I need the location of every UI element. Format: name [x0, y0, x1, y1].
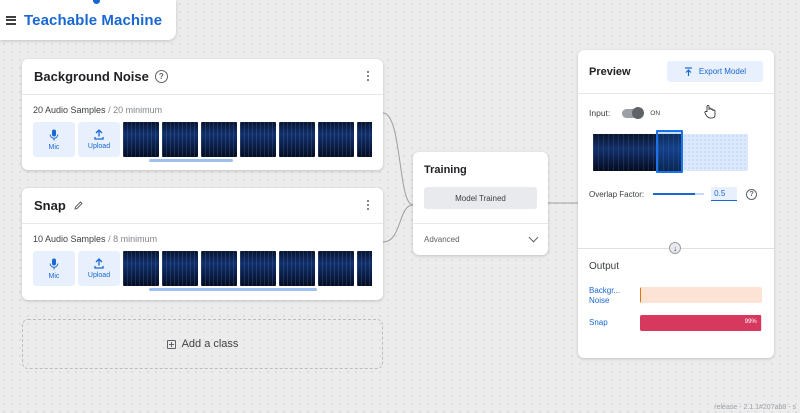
preview-header: Preview Export Model — [578, 50, 774, 94]
upload-button[interactable]: Upload — [78, 122, 120, 157]
audio-sample-thumbnail[interactable] — [240, 251, 276, 286]
preview-title: Preview — [589, 65, 631, 78]
audio-sample-thumbnail[interactable] — [318, 251, 354, 286]
audio-sample-thumbnail[interactable] — [201, 122, 237, 157]
output-percent: 99% — [744, 319, 757, 325]
upload-label: Upload — [87, 272, 111, 279]
overlap-label: Overlap Factor: — [589, 189, 645, 199]
samples-scrollbar[interactable] — [149, 159, 233, 162]
output-label-background-noise: Backgr... Noise — [589, 286, 620, 306]
output-bar-background-noise — [640, 287, 762, 303]
upload-icon — [94, 258, 104, 269]
class-header: Background Noise ? — [22, 59, 383, 95]
spectrogram-pending — [683, 134, 748, 171]
overlap-factor-row: Overlap Factor: 0.5 ? — [589, 187, 758, 201]
samples-minimum: / 20 minimum — [105, 105, 163, 115]
audio-sample-thumbnail[interactable] — [279, 251, 315, 286]
output-bar-snap: 99% — [640, 315, 762, 331]
samples-row: Mic Upload — [33, 251, 372, 286]
audio-sample-thumbnail[interactable] — [123, 122, 159, 157]
upload-button[interactable]: Upload — [78, 251, 120, 286]
audio-sample-thumbnail[interactable] — [357, 251, 372, 286]
samples-count-value: 20 Audio Samples — [33, 105, 106, 115]
class-name[interactable]: Background Noise — [34, 69, 149, 84]
export-model-button[interactable]: Export Model — [667, 61, 763, 82]
audio-sample-thumbnail[interactable] — [240, 122, 276, 157]
training-title: Training — [424, 164, 467, 176]
model-trained-button[interactable]: Model Trained — [424, 187, 537, 209]
audio-sample-thumbnail[interactable] — [318, 122, 354, 157]
output-label-line: Snap — [589, 318, 608, 327]
samples-count: 20 Audio Samples / 20 minimum — [33, 105, 383, 115]
export-label: Export Model — [698, 67, 747, 76]
audio-sample-thumbnail[interactable] — [201, 251, 237, 286]
add-class-label: Add a class — [181, 338, 239, 350]
output-bar-fill — [640, 287, 642, 303]
advanced-label: Advanced — [424, 235, 460, 244]
live-spectrogram — [593, 130, 748, 173]
output-label-line: Noise — [589, 296, 610, 305]
output-bar-fill: 99% — [640, 315, 761, 331]
samples-scrollbar[interactable] — [149, 288, 317, 291]
overlap-window — [656, 130, 683, 173]
advanced-toggle[interactable]: Advanced — [413, 223, 548, 255]
mic-button[interactable]: Mic — [33, 122, 75, 157]
upload-icon — [94, 129, 104, 140]
more-options-icon[interactable] — [367, 71, 369, 81]
app-title: Teachable Machine — [24, 11, 163, 29]
samples-count: 10 Audio Samples / 8 minimum — [33, 234, 383, 244]
pencil-icon[interactable] — [72, 199, 85, 212]
class-card-background-noise: Background Noise ? 20 Audio Samples / 20… — [22, 59, 383, 170]
app-header: Teachable Machine — [0, 0, 176, 40]
audio-sample-thumbnail[interactable] — [279, 122, 315, 157]
chevron-down-icon — [528, 232, 539, 243]
add-icon — [166, 339, 176, 349]
audio-sample-thumbnail[interactable] — [162, 122, 198, 157]
preview-panel: Preview Export Model Input: ON — [578, 50, 774, 358]
samples-minimum: / 8 minimum — [105, 234, 158, 244]
overlap-value-input[interactable]: 0.5 — [711, 187, 738, 201]
class-card-snap: Snap 10 Audio Samples / 8 minimum Mic Up… — [22, 188, 383, 300]
help-icon[interactable]: ? — [746, 188, 758, 200]
audio-sample-thumbnail[interactable] — [162, 251, 198, 286]
audio-sample-thumbnail[interactable] — [357, 122, 372, 157]
samples-row: Mic Upload — [33, 122, 372, 157]
release-version: release - 2.1.1#207ab8 - s — [714, 404, 796, 411]
upload-label: Upload — [87, 143, 111, 150]
arrow-down-icon: ↓ — [669, 242, 681, 254]
input-toggle[interactable] — [622, 106, 645, 119]
overlap-slider[interactable] — [653, 193, 705, 195]
audio-sample-thumbnail[interactable] — [123, 251, 159, 286]
mic-label: Mic — [48, 272, 60, 280]
output-label-snap: Snap — [589, 318, 608, 328]
class-header: Snap — [22, 188, 383, 224]
mic-icon — [49, 129, 59, 140]
hand-cursor-icon — [704, 105, 716, 119]
class-name[interactable]: Snap — [34, 198, 66, 213]
add-class-button[interactable]: Add a class — [22, 319, 383, 369]
training-panel: Training Model Trained Advanced — [413, 152, 548, 255]
hamburger-menu-icon[interactable] — [6, 15, 16, 25]
mic-icon — [49, 258, 59, 269]
more-options-icon[interactable] — [367, 200, 369, 210]
samples-count-value: 10 Audio Samples — [33, 234, 106, 244]
output-label-line: Backgr... — [589, 286, 621, 295]
help-icon[interactable]: ? — [154, 70, 168, 83]
mic-label: Mic — [48, 143, 60, 151]
input-row: Input: ON — [589, 106, 774, 119]
export-icon — [684, 66, 692, 76]
input-state: ON — [650, 109, 661, 117]
mic-button[interactable]: Mic — [33, 251, 75, 286]
output-title: Output — [589, 261, 620, 272]
input-label: Input: — [589, 108, 611, 118]
